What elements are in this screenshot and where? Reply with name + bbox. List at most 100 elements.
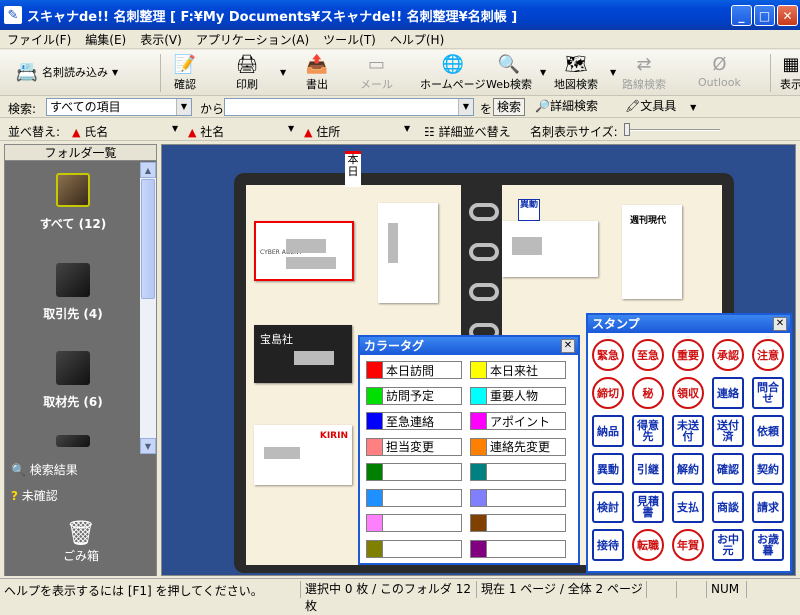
sort-key-address[interactable]: ▲ 住所 bbox=[304, 123, 340, 140]
scroll-down-icon[interactable]: ▼ bbox=[140, 438, 156, 454]
stamp-item[interactable]: 解約 bbox=[672, 453, 704, 485]
search-button[interactable]: 検索 bbox=[493, 98, 526, 116]
stamp-item[interactable]: 送付済 bbox=[712, 415, 744, 447]
homepage-button[interactable]: 🌐 ホームページ bbox=[420, 52, 485, 92]
title-bar[interactable]: ✎ スキャナde!! 名刺整理 [ F:¥My Documents¥スキャナde… bbox=[0, 0, 800, 30]
stamp-item[interactable]: 納品 bbox=[592, 415, 624, 447]
stamp-item[interactable]: 年賀 bbox=[672, 529, 704, 561]
close-button[interactable]: ✕ bbox=[777, 5, 798, 26]
web-search-button[interactable]: 🔍 Web検索 bbox=[486, 52, 532, 92]
color-tag-item[interactable]: 担当変更 bbox=[366, 437, 462, 456]
stationery-button[interactable]: 🖍文具具 ▼ bbox=[622, 98, 699, 116]
route-search-button[interactable]: ⇄ 路線検索 bbox=[622, 52, 666, 92]
detail-search-button[interactable]: 🔎詳細検索 bbox=[532, 98, 601, 116]
stamp-item[interactable]: 至急 bbox=[632, 339, 664, 371]
color-tag-item[interactable] bbox=[366, 514, 462, 532]
color-tag-item[interactable] bbox=[470, 463, 566, 481]
color-tag-item[interactable]: 訪問予定 bbox=[366, 386, 462, 405]
search-results-item[interactable]: 🔍 検索結果 bbox=[11, 461, 78, 478]
stamp-item[interactable]: 異動 bbox=[592, 453, 624, 485]
export-button[interactable]: 📤 書出 bbox=[302, 52, 332, 92]
stamp-item[interactable]: 未送付 bbox=[672, 415, 704, 447]
color-tag-item[interactable]: 本日来社 bbox=[470, 361, 566, 379]
chevron-down-icon[interactable]: ▼ bbox=[610, 68, 616, 77]
business-card[interactable]: CYBER AGENT bbox=[254, 221, 354, 281]
sort-key-company[interactable]: ▲ 社名 bbox=[188, 123, 224, 140]
folder-clients[interactable]: 取引先 (4) bbox=[5, 263, 141, 322]
menu-file[interactable]: ファイル(F) bbox=[0, 31, 78, 48]
stamp-item[interactable]: 依頼 bbox=[752, 415, 784, 447]
today-tab[interactable]: 本日 bbox=[345, 151, 361, 187]
chevron-down-icon[interactable]: ▼ bbox=[404, 124, 410, 133]
folder-interviews[interactable]: 取材先 (6) bbox=[5, 351, 141, 410]
detail-sort-button[interactable]: ☷ 詳細並べ替え bbox=[424, 123, 511, 140]
menu-edit[interactable]: 編集(E) bbox=[78, 31, 133, 48]
stamp-item[interactable]: 転職 bbox=[632, 529, 664, 561]
color-tag-item[interactable]: 重要人物 bbox=[470, 386, 566, 405]
business-card[interactable] bbox=[502, 221, 598, 277]
stamp-item[interactable]: 見積書 bbox=[632, 491, 664, 523]
stamp-item[interactable]: 承認 bbox=[712, 339, 744, 371]
close-icon[interactable]: ✕ bbox=[561, 339, 575, 353]
stamp-item[interactable]: 締切 bbox=[592, 377, 624, 409]
stamp-item[interactable]: 得意先 bbox=[632, 415, 664, 447]
stamp-item[interactable]: 支払 bbox=[672, 491, 704, 523]
business-card[interactable]: 宝島社 bbox=[254, 325, 352, 383]
stamp-item[interactable]: 請求 bbox=[752, 491, 784, 523]
color-tag-item[interactable]: 連絡先変更 bbox=[470, 437, 566, 456]
color-tag-item[interactable]: 至急連絡 bbox=[366, 412, 462, 430]
chevron-down-icon[interactable]: ▼ bbox=[288, 124, 294, 133]
stamp-item[interactable]: 秘 bbox=[632, 377, 664, 409]
trash-item[interactable]: 🗑 ごみ箱 bbox=[63, 519, 99, 564]
color-tag-item[interactable]: アポイント bbox=[470, 412, 566, 430]
color-tag-item[interactable] bbox=[366, 488, 462, 507]
stamp-item[interactable]: 確認 bbox=[712, 453, 744, 485]
folder-all[interactable]: すべて (12) bbox=[5, 173, 141, 232]
scroll-up-icon[interactable]: ▲ bbox=[140, 162, 156, 178]
chevron-down-icon[interactable]: ▼ bbox=[172, 124, 178, 133]
color-tag-item[interactable] bbox=[470, 539, 566, 558]
scan-button[interactable]: 📇 名刺読み込み ▼ bbox=[12, 60, 118, 84]
stamp-item[interactable]: 重要 bbox=[672, 339, 704, 371]
close-icon[interactable]: ✕ bbox=[773, 317, 787, 331]
print-button[interactable]: 🖨 印刷 bbox=[232, 52, 262, 92]
unconfirmed-item[interactable]: ? 未確認 bbox=[11, 487, 58, 504]
chevron-down-icon[interactable]: ▼ bbox=[540, 68, 546, 77]
stamp-item[interactable]: 契約 bbox=[752, 453, 784, 485]
chevron-down-icon[interactable]: ▼ bbox=[280, 68, 286, 77]
color-tag-title[interactable]: カラータグ ✕ bbox=[360, 337, 578, 355]
folder-partial[interactable] bbox=[5, 435, 141, 455]
stamp-item[interactable]: 注意 bbox=[752, 339, 784, 371]
color-tag-item[interactable]: 本日訪問 bbox=[366, 361, 462, 379]
color-tag-item[interactable] bbox=[470, 514, 566, 532]
stamp-item[interactable]: お中元 bbox=[712, 529, 744, 561]
chevron-down-icon[interactable]: ▼ bbox=[458, 99, 473, 115]
chevron-down-icon[interactable]: ▼ bbox=[690, 103, 696, 112]
outlook-button[interactable]: Ø Outlook bbox=[698, 52, 741, 90]
menu-view[interactable]: 表示(V) bbox=[133, 31, 189, 48]
sort-key-name[interactable]: ▲ 氏名 bbox=[72, 123, 108, 140]
chevron-down-icon[interactable]: ▼ bbox=[112, 68, 118, 77]
app-icon[interactable]: ✎ bbox=[4, 6, 22, 24]
stamp-title[interactable]: スタンプ ✕ bbox=[588, 315, 790, 333]
map-search-button[interactable]: 🗺 地図検索 bbox=[554, 52, 598, 92]
stamp-item[interactable]: 引継 bbox=[632, 453, 664, 485]
view-button[interactable]: ▦ 表示 bbox=[776, 52, 800, 92]
menu-application[interactable]: アプリケーション(A) bbox=[189, 31, 316, 48]
business-card[interactable]: 週刊現代 bbox=[622, 205, 682, 299]
business-card[interactable]: KIRIN bbox=[254, 425, 352, 485]
menu-tools[interactable]: ツール(T) bbox=[316, 31, 383, 48]
card-size-slider-thumb[interactable] bbox=[624, 123, 630, 136]
scrollbar-thumb[interactable] bbox=[141, 179, 155, 299]
stamp-item[interactable]: 接待 bbox=[592, 529, 624, 561]
business-card[interactable] bbox=[378, 203, 438, 303]
chevron-down-icon[interactable]: ▼ bbox=[176, 99, 191, 115]
stamp-item[interactable]: 問合せ bbox=[752, 377, 784, 409]
color-tag-item[interactable] bbox=[366, 463, 462, 481]
mail-button[interactable]: ▭ メール bbox=[360, 52, 393, 92]
search-input[interactable]: ▼ bbox=[224, 98, 474, 116]
maximize-button[interactable]: □ bbox=[754, 5, 775, 26]
minimize-button[interactable]: _ bbox=[731, 5, 752, 26]
stamp-item[interactable]: 商談 bbox=[712, 491, 744, 523]
stamp-item[interactable]: お歳暮 bbox=[752, 529, 784, 561]
